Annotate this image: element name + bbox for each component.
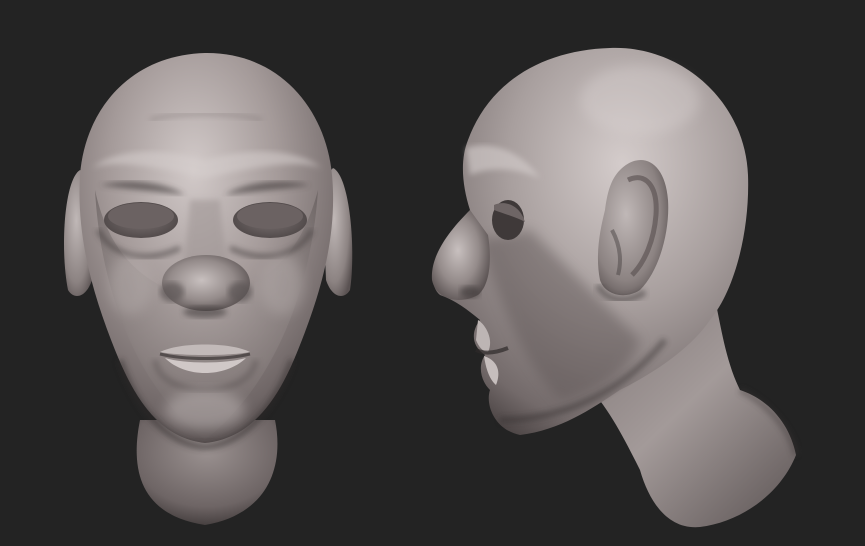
front-view-head [64,52,353,525]
sculpt-render [64,47,799,528]
side-view-head [431,47,799,528]
viewport-canvas[interactable] [0,0,865,546]
